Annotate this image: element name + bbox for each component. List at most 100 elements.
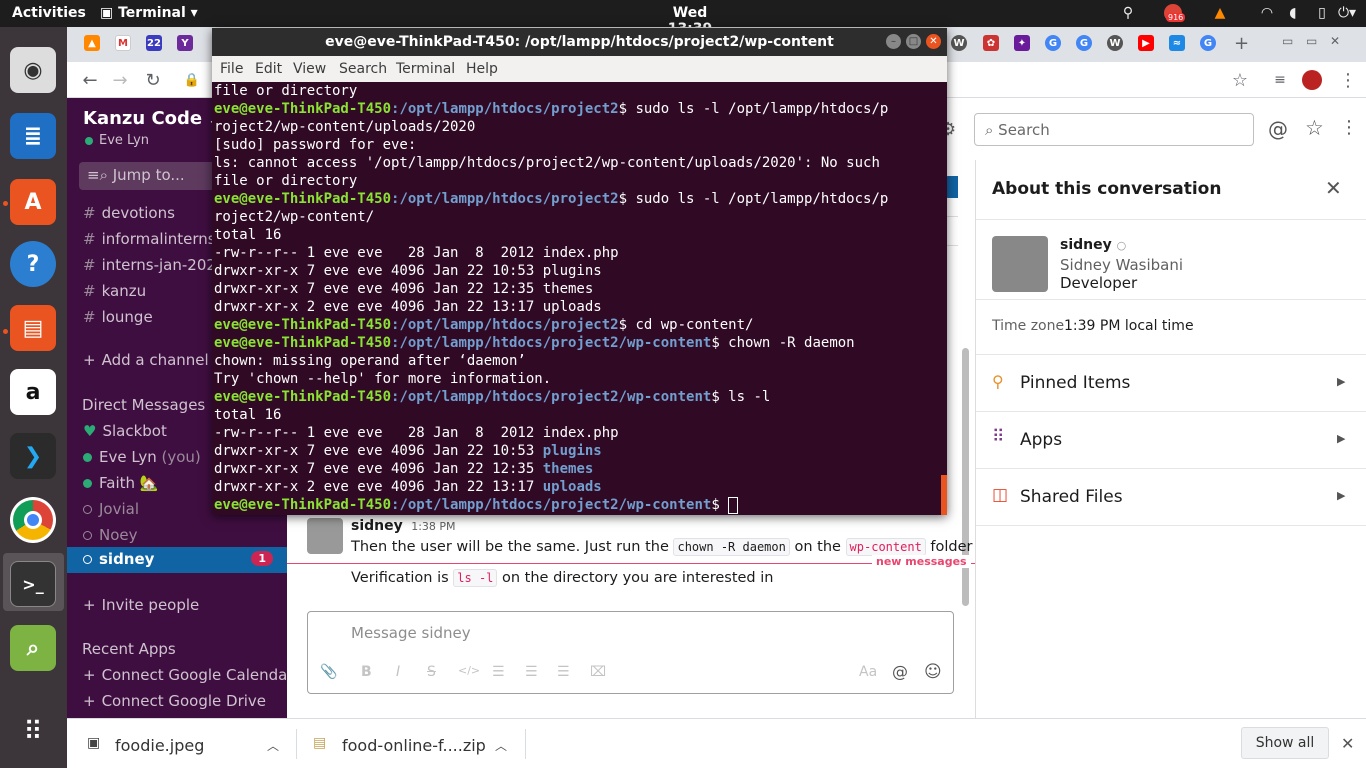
maximize-icon[interactable]: □ <box>906 34 921 49</box>
google-icon[interactable]: G <box>1076 35 1092 51</box>
italic-icon[interactable]: I <box>396 664 400 680</box>
wordpress-icon[interactable]: W <box>1107 35 1123 51</box>
maps-icon[interactable]: ⌕ <box>10 625 56 671</box>
shared-files-row[interactable]: ◫ Shared Files ▶ <box>976 469 1366 526</box>
dm-eve-lyn[interactable]: Eve Lyn (you) <box>83 445 201 469</box>
chevron-up-icon[interactable]: ︿ <box>267 737 279 754</box>
impress-icon[interactable]: ▤ <box>10 305 56 351</box>
invite-people-button[interactable]: + Invite people <box>83 593 199 617</box>
workspace-name[interactable]: Kanzu Code ⌄ <box>83 108 218 129</box>
quote-icon[interactable]: ☰ <box>557 664 570 680</box>
media-controls-icon[interactable]: ≡ <box>1268 68 1292 92</box>
dm-faith[interactable]: Faith 🏡 <box>83 471 158 495</box>
chrome-icon[interactable] <box>10 497 56 543</box>
mentions-icon[interactable]: @ <box>1268 117 1288 141</box>
more-menu-icon[interactable]: ⋮ <box>1340 117 1358 138</box>
help-icon[interactable]: ? <box>10 241 56 287</box>
activities-button[interactable]: Activities <box>12 5 86 21</box>
strike-icon[interactable]: S <box>427 664 436 680</box>
dm-slackbot[interactable]: ♥ Slackbot <box>83 419 167 443</box>
chevron-up-icon[interactable]: ︿ <box>495 737 507 754</box>
emoji-icon[interactable]: ☺ <box>924 662 942 682</box>
add-channel-button[interactable]: + Add a channel <box>83 348 209 372</box>
new-tab-button[interactable]: + <box>1234 33 1249 54</box>
bullet-list-icon[interactable]: ☰ <box>525 664 538 680</box>
rhythmbox-icon[interactable]: ◉ <box>10 47 56 93</box>
dm-jovial[interactable]: Jovial <box>83 497 139 521</box>
reload-icon[interactable]: ↻ <box>141 68 165 92</box>
code-block-icon[interactable]: ⌧ <box>590 664 606 680</box>
vlc-tray-icon[interactable]: ▲ <box>1210 4 1230 22</box>
close-icon[interactable]: ✕ <box>1341 734 1354 753</box>
terminal-scrollbar[interactable] <box>941 475 947 515</box>
close-icon[interactable]: ✕ <box>926 34 941 49</box>
writer-icon[interactable]: ≣ <box>10 113 56 159</box>
browser-menu-icon[interactable]: ⋮ <box>1336 68 1360 92</box>
profile-name[interactable]: sidney ○ <box>1060 237 1126 253</box>
gmail-icon[interactable]: M <box>115 35 131 51</box>
avatar[interactable] <box>992 236 1048 292</box>
mention-icon[interactable]: @ <box>892 662 908 681</box>
pinned-items-row[interactable]: ⚲ Pinned Items ▶ <box>976 355 1366 412</box>
search-input[interactable]: ⌕ Search <box>974 113 1254 146</box>
tab-favicon-icon[interactable]: ✿ <box>983 35 999 51</box>
system-menu-icon[interactable]: ⏻▾ <box>1336 4 1358 22</box>
connect-drive[interactable]: + Connect Google Drive <box>83 689 266 713</box>
dm-sidney[interactable]: sidney 1 <box>67 547 287 573</box>
forward-icon[interactable]: → <box>108 68 132 92</box>
terminal-output[interactable]: file or directory eve@eve-ThinkPad-T450:/… <box>214 82 947 515</box>
menu-help[interactable]: Help <box>466 61 498 77</box>
message-composer[interactable]: Message sidney <box>307 611 954 694</box>
message-time[interactable]: 1:38 PM <box>411 520 455 533</box>
back-icon[interactable]: ← <box>78 68 102 92</box>
attach-icon[interactable]: 📎 <box>320 664 337 680</box>
window-maximize-icon[interactable]: ▭ <box>1306 34 1317 48</box>
channel-kanzu[interactable]: # kanzu <box>83 279 146 303</box>
download-item[interactable]: foodie.jpeg <box>115 736 204 755</box>
amazon-icon[interactable]: a <box>10 369 56 415</box>
terminal-window[interactable]: eve@eve-ThinkPad-T450: /opt/lampp/htdocs… <box>212 28 947 515</box>
ordered-list-icon[interactable]: ☰ <box>492 664 505 680</box>
menu-edit[interactable]: Edit <box>255 61 282 77</box>
google-icon[interactable]: G <box>1200 35 1216 51</box>
window-close-icon[interactable]: ✕ <box>1330 34 1340 48</box>
channel-informalinterns[interactable]: # informalinterns <box>83 227 216 251</box>
menu-search[interactable]: Search <box>339 61 387 77</box>
window-minimize-icon[interactable]: ▭ <box>1282 34 1293 48</box>
terminal-icon[interactable]: >_ <box>10 561 56 607</box>
battery-icon[interactable]: ▯ <box>1314 4 1330 22</box>
menu-view[interactable]: View <box>293 61 326 77</box>
show-apps-icon[interactable]: ⠿ <box>18 717 48 747</box>
software-center-icon[interactable]: A <box>10 179 56 225</box>
google-icon[interactable]: G <box>1045 35 1061 51</box>
calendar-icon[interactable]: 22 <box>146 35 162 51</box>
bookmark-star-icon[interactable]: ☆ <box>1228 68 1252 92</box>
youtube-icon[interactable]: ▶ <box>1138 35 1154 51</box>
wordpress-icon[interactable]: W <box>951 35 967 51</box>
dm-header[interactable]: Direct Messages <box>82 396 205 414</box>
avatar[interactable] <box>307 518 343 554</box>
apps-row[interactable]: ⠿ Apps ▶ <box>976 412 1366 469</box>
composer-placeholder[interactable]: Message sidney <box>351 624 471 642</box>
volume-icon[interactable]: ◖ <box>1284 4 1302 22</box>
bold-icon[interactable]: B <box>361 664 372 680</box>
tab-favicon-icon[interactable]: ▲ <box>84 35 100 51</box>
menu-terminal[interactable]: Terminal <box>396 61 455 77</box>
minimize-icon[interactable]: – <box>886 34 901 49</box>
vscode-icon[interactable]: ❯ <box>10 433 56 479</box>
format-toggle-icon[interactable]: Aa <box>859 664 877 680</box>
channel-interns-jan-2020[interactable]: # interns-jan-2020 <box>83 253 225 277</box>
lock-icon[interactable]: 🔒 <box>180 68 204 92</box>
code-icon[interactable]: </> <box>458 664 480 677</box>
connect-calendar[interactable]: + Connect Google Calendar <box>83 663 293 687</box>
message-author[interactable]: sidney <box>351 518 403 534</box>
dm-noey[interactable]: Noey <box>83 523 138 547</box>
download-item[interactable]: food-online-f....zip <box>342 736 486 755</box>
tab-favicon-icon[interactable]: ✦ <box>1014 35 1030 51</box>
menu-file[interactable]: File <box>220 61 243 77</box>
wifi-icon[interactable]: ◠ <box>1258 4 1276 22</box>
yahoo-icon[interactable]: Y <box>177 35 193 51</box>
channel-lounge[interactable]: # lounge <box>83 305 153 329</box>
profile-card[interactable]: sidney ○ Sidney Wasibani Developer <box>976 220 1366 300</box>
show-all-button[interactable]: Show all <box>1241 727 1329 759</box>
